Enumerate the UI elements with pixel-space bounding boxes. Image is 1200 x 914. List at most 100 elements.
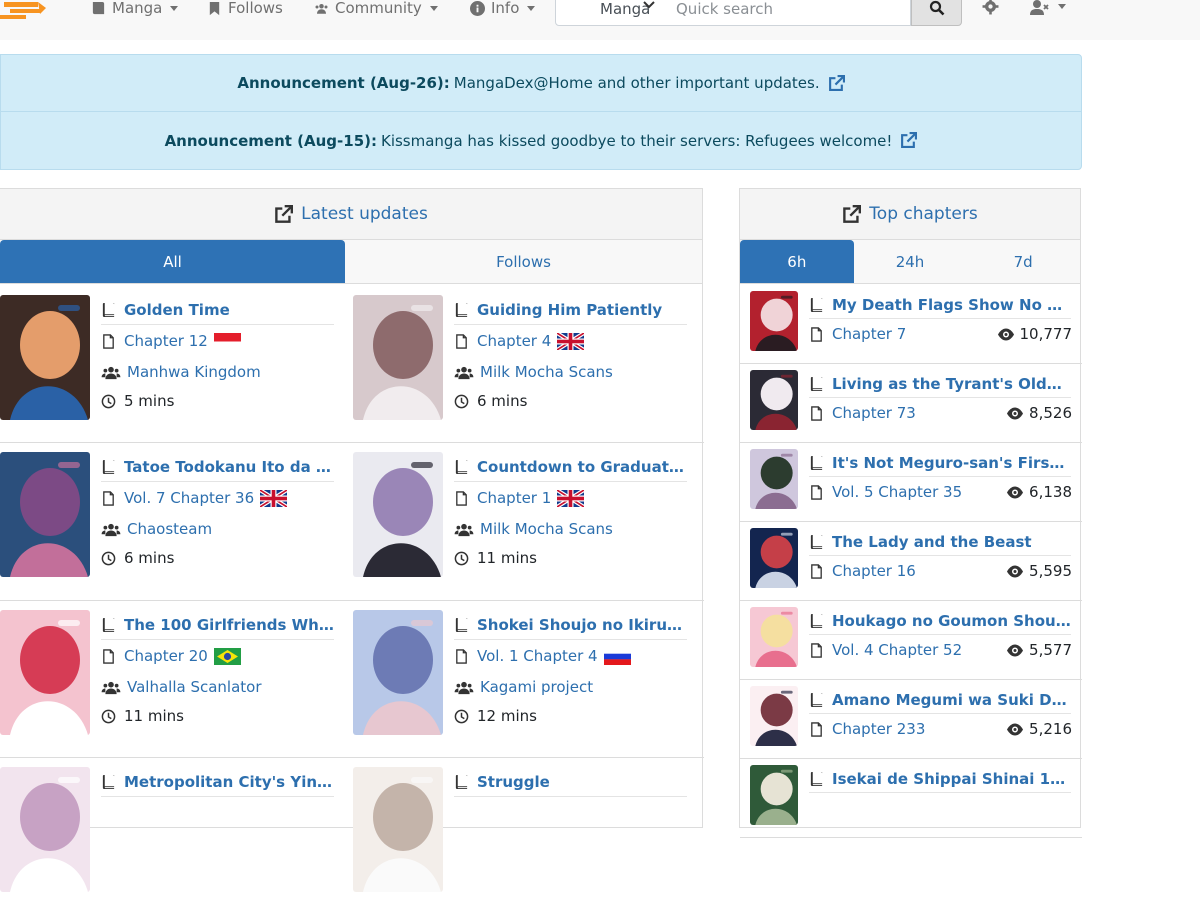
nav-community[interactable]: Community bbox=[314, 0, 438, 16]
tab-all[interactable]: All bbox=[0, 240, 346, 283]
top-chapters-header[interactable]: Top chapters bbox=[740, 189, 1080, 240]
manga-cover[interactable] bbox=[750, 291, 798, 351]
user-menu[interactable] bbox=[1030, 0, 1070, 15]
chapter-line: Vol. 7 Chapter 36 bbox=[101, 489, 288, 507]
search-type-select[interactable]: Manga bbox=[555, 0, 661, 26]
manga-cover[interactable] bbox=[750, 686, 798, 746]
manga-cover-art[interactable] bbox=[0, 767, 90, 892]
manga-title-link[interactable]: Houkago no Goumon Shoujo bbox=[832, 612, 1071, 630]
nav-follows[interactable]: Follows bbox=[207, 0, 283, 16]
manga-cover[interactable] bbox=[750, 449, 798, 509]
file-icon bbox=[454, 648, 469, 664]
manga-title-link[interactable]: Shokei Shoujo no Ikirumi... bbox=[477, 616, 687, 634]
manga-cover[interactable] bbox=[750, 765, 798, 825]
scanlation-group-link[interactable]: Manhwa Kingdom bbox=[127, 363, 261, 381]
search-button[interactable] bbox=[911, 0, 962, 26]
manga-title-row: Shokei Shoujo no Ikirumi... bbox=[454, 610, 687, 640]
chapter-link[interactable]: Vol. 5 Chapter 35 bbox=[832, 483, 962, 501]
mangadex-logo-icon[interactable] bbox=[0, 0, 48, 28]
manga-cover-art[interactable] bbox=[750, 765, 798, 825]
manga-cover-art[interactable] bbox=[750, 607, 798, 667]
manga-title-link[interactable]: My Death Flags Show No Sig... bbox=[832, 296, 1071, 314]
manga-title-link[interactable]: Golden Time bbox=[124, 301, 230, 319]
manga-title-link[interactable]: Isekai de Shippai Shinai 100 ... bbox=[832, 770, 1071, 788]
manga-cover[interactable] bbox=[0, 295, 90, 420]
chapter-link[interactable]: Vol. 7 Chapter 36 bbox=[124, 489, 254, 507]
manga-cover[interactable] bbox=[0, 767, 90, 892]
manga-cover-art[interactable] bbox=[750, 528, 798, 588]
file-icon bbox=[809, 484, 824, 500]
scanlation-group-link[interactable]: Valhalla Scanlator bbox=[127, 678, 262, 696]
chapter-link[interactable]: Vol. 1 Chapter 4 bbox=[477, 647, 598, 665]
caret-down-icon bbox=[170, 5, 179, 11]
clock-icon bbox=[101, 394, 116, 409]
manga-cover-art[interactable] bbox=[353, 295, 443, 420]
manga-cover-art[interactable] bbox=[750, 686, 798, 746]
search-input[interactable]: Quick search bbox=[660, 0, 911, 26]
nav-info[interactable]: Info bbox=[470, 0, 536, 16]
chapter-link[interactable]: Chapter 73 bbox=[832, 404, 916, 422]
top-chapters-title: Top chapters bbox=[869, 204, 978, 224]
manga-cover[interactable] bbox=[750, 370, 798, 430]
top-chapter-item: It's Not Meguro-san's First T... Vol. 5 C… bbox=[740, 443, 1082, 522]
update-time: 6 mins bbox=[477, 392, 528, 410]
top-chapter-item: Living as the Tyrant's Older ... Chapter … bbox=[740, 364, 1082, 443]
manga-title-link[interactable]: Living as the Tyrant's Older ... bbox=[832, 375, 1071, 393]
manga-cover[interactable] bbox=[0, 610, 90, 735]
chapter-link[interactable]: Chapter 233 bbox=[832, 720, 925, 738]
manga-cover-art[interactable] bbox=[353, 610, 443, 735]
scanlation-group-link[interactable]: Milk Mocha Scans bbox=[480, 520, 613, 538]
nav-manga[interactable]: Manga bbox=[91, 0, 179, 16]
manga-title-link[interactable]: Metropolitan City's Ying ... bbox=[124, 773, 334, 791]
manga-cover[interactable] bbox=[750, 607, 798, 667]
tab-24h[interactable]: 24h bbox=[854, 240, 967, 283]
scanlation-group-link[interactable]: Kagami project bbox=[480, 678, 593, 696]
manga-title-link[interactable]: Amano Megumi wa Suki Dar... bbox=[832, 691, 1071, 709]
chapter-link[interactable]: Chapter 20 bbox=[124, 647, 208, 665]
tab-7d[interactable]: 7d bbox=[966, 240, 1080, 283]
book-icon bbox=[92, 1, 105, 14]
manga-cover-art[interactable] bbox=[353, 767, 443, 892]
latest-updates-header[interactable]: Latest updates bbox=[0, 189, 702, 240]
announcement-banner[interactable]: Announcement (Aug-26): MangaDex@Home and… bbox=[0, 54, 1082, 112]
external-link-icon[interactable] bbox=[828, 74, 845, 92]
book-icon bbox=[101, 459, 116, 474]
tab-follows[interactable]: Follows bbox=[345, 240, 702, 283]
manga-cover-art[interactable] bbox=[0, 610, 90, 735]
manga-cover-art[interactable] bbox=[750, 449, 798, 509]
manga-cover[interactable] bbox=[750, 528, 798, 588]
manga-title-link[interactable]: It's Not Meguro-san's First T... bbox=[832, 454, 1071, 472]
manga-cover[interactable] bbox=[353, 610, 443, 735]
external-link-icon bbox=[843, 204, 862, 223]
chapter-link[interactable]: Chapter 16 bbox=[832, 562, 916, 580]
manga-title-link[interactable]: Struggle bbox=[477, 773, 550, 791]
manga-cover[interactable] bbox=[353, 452, 443, 577]
chapter-link[interactable]: Vol. 4 Chapter 52 bbox=[832, 641, 962, 659]
scanlation-group-link[interactable]: Milk Mocha Scans bbox=[480, 363, 613, 381]
manga-title-row: Houkago no Goumon Shoujo bbox=[809, 607, 1071, 635]
chapter-link[interactable]: Chapter 1 bbox=[477, 489, 551, 507]
chapter-link[interactable]: Chapter 4 bbox=[477, 332, 551, 350]
manga-cover-art[interactable] bbox=[353, 452, 443, 577]
manga-title-link[interactable]: Tatoe Todokanu Ito da t... bbox=[124, 458, 334, 476]
manga-title-link[interactable]: Countdown to Graduation bbox=[477, 458, 687, 476]
manga-cover-art[interactable] bbox=[750, 370, 798, 430]
manga-cover[interactable] bbox=[353, 295, 443, 420]
manga-cover-art[interactable] bbox=[0, 452, 90, 577]
manga-title-link[interactable]: Guiding Him Patiently bbox=[477, 301, 662, 319]
manga-cover-art[interactable] bbox=[0, 295, 90, 420]
tab-6h[interactable]: 6h bbox=[740, 240, 854, 283]
scanlation-group-link[interactable]: Chaosteam bbox=[127, 520, 212, 538]
gear-icon[interactable] bbox=[982, 0, 999, 15]
book-icon bbox=[809, 534, 824, 549]
announcement-banner[interactable]: Announcement (Aug-15): Kissmanga has kis… bbox=[0, 111, 1082, 170]
manga-cover[interactable] bbox=[0, 452, 90, 577]
chapter-link[interactable]: Chapter 7 bbox=[832, 325, 906, 343]
manga-title-link[interactable]: The 100 Girlfriends Who ... bbox=[124, 616, 334, 634]
manga-cover[interactable] bbox=[353, 767, 443, 892]
external-link-icon[interactable] bbox=[900, 132, 918, 149]
chapter-link[interactable]: Chapter 12 bbox=[124, 332, 208, 350]
gb-flag-icon bbox=[557, 489, 585, 507]
manga-title-link[interactable]: The Lady and the Beast bbox=[832, 533, 1032, 551]
manga-cover-art[interactable] bbox=[750, 291, 798, 351]
